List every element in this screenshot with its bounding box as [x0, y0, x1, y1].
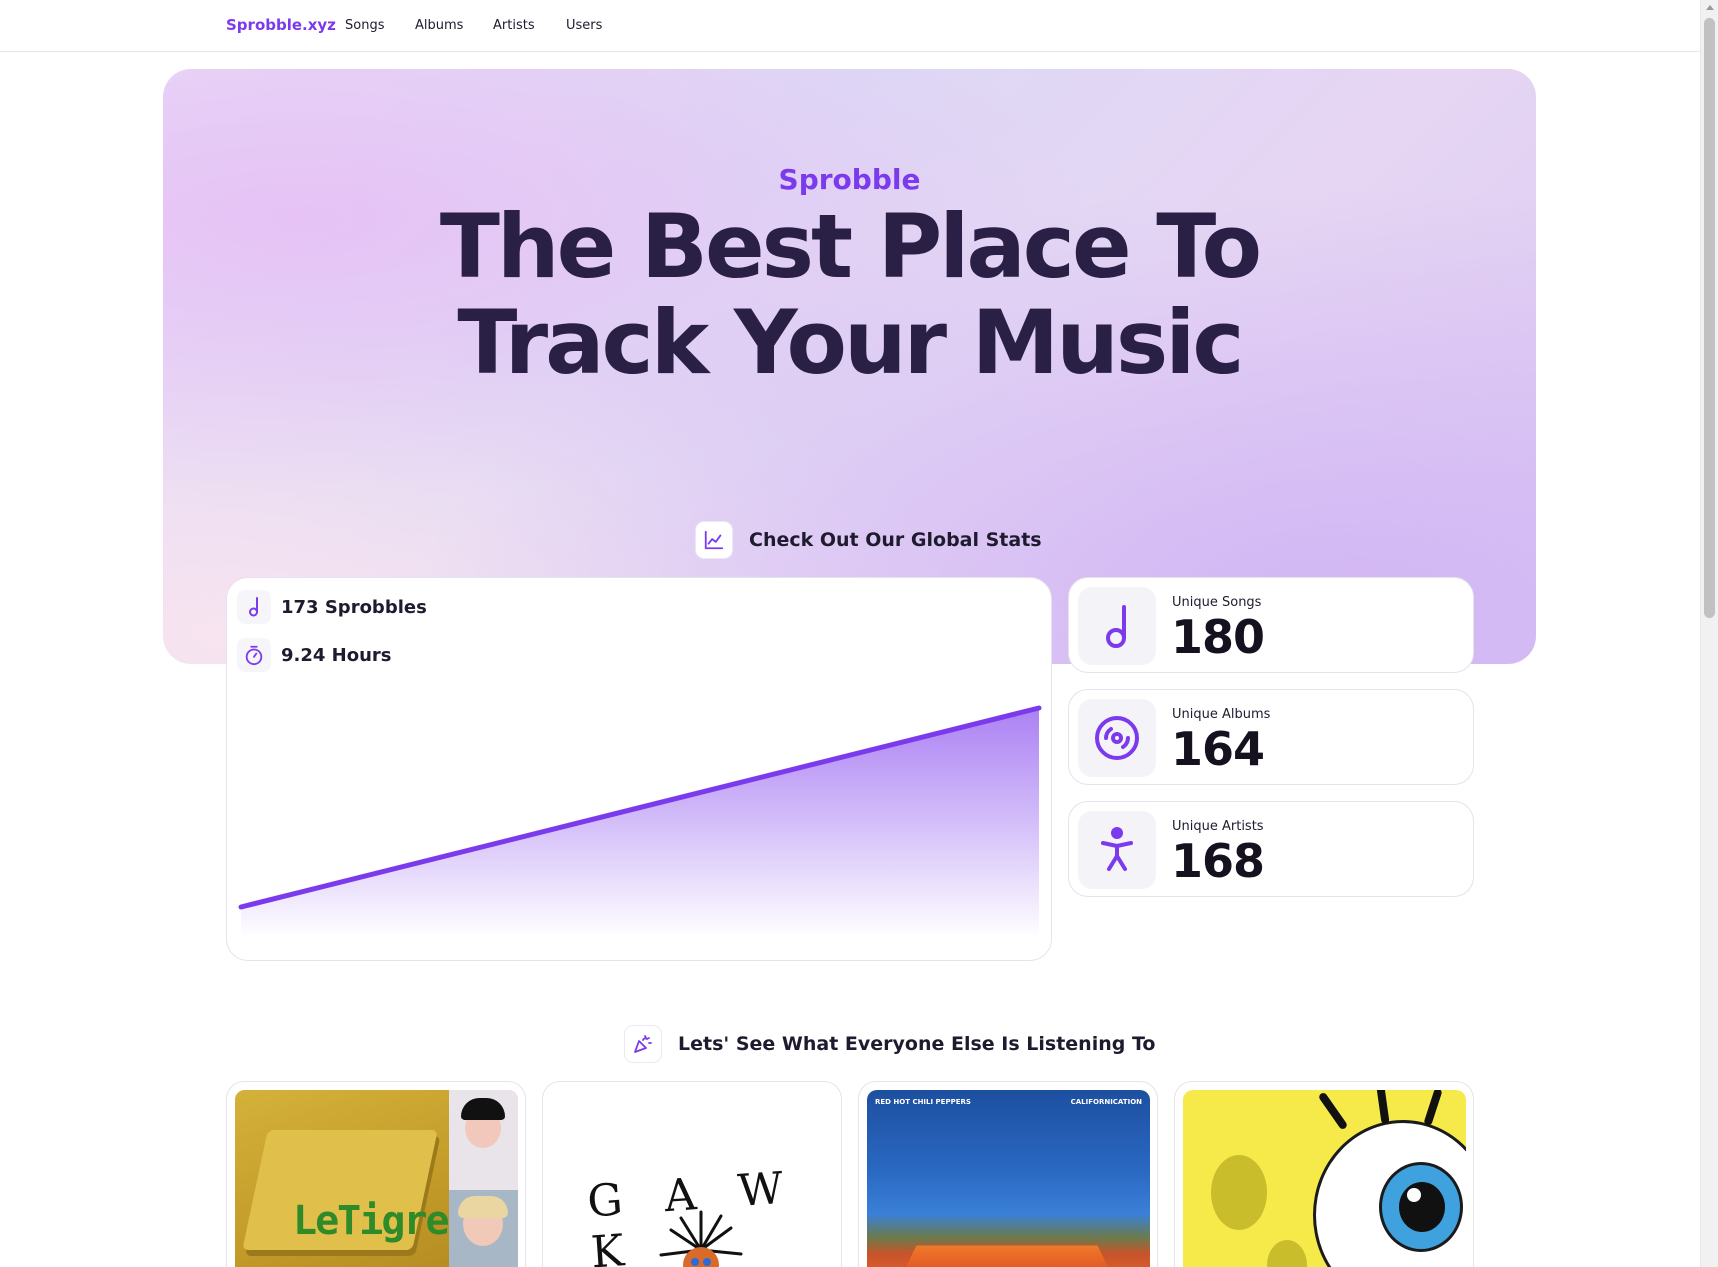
album-art-letigre[interactable]: LeTigre — [235, 1090, 518, 1267]
music-note-icon — [237, 590, 271, 624]
album-art-californication[interactable]: RED HOT CHILI PEPPERS CALIFORNICATION — [867, 1090, 1150, 1267]
timer-icon — [237, 638, 271, 672]
stat-label: Unique Artists — [1172, 819, 1264, 834]
nav-link-users[interactable]: Users — [566, 18, 602, 33]
stat-label: Unique Songs — [1172, 595, 1262, 610]
hours-count-text: 9.24 Hours — [281, 644, 392, 666]
stat-card-unique-artists: Unique Artists 168 — [1068, 801, 1474, 897]
page-scrollbar[interactable] — [1700, 0, 1718, 1267]
hero-banner: Sprobble The Best Place To Track Your Mu… — [163, 69, 1536, 664]
stat-value: 168 — [1171, 834, 1265, 888]
global-stats-heading: Check Out Our Global Stats — [695, 521, 1042, 559]
hero-headline-line-2: Track Your Music — [457, 291, 1244, 394]
sprobbles-count: 173 Sprobbles — [237, 590, 427, 624]
sprobbles-chart-card: 173 Sprobbles 9.24 Hours — [226, 577, 1052, 961]
scroll-up-arrow[interactable] — [1706, 5, 1714, 10]
line-chart-icon — [695, 521, 733, 559]
album-art-text: LeTigre — [293, 1198, 450, 1244]
music-note-icon — [1078, 587, 1156, 665]
sprobbles-area-chart — [238, 705, 1042, 938]
album-card[interactable]: LeTigre — [226, 1081, 526, 1267]
album-art-spongebob[interactable] — [1183, 1090, 1466, 1267]
person-icon — [1078, 811, 1156, 889]
chart-area-fill — [241, 708, 1039, 938]
listening-heading: Lets' See What Everyone Else Is Listenin… — [624, 1025, 1155, 1063]
album-art-gawk[interactable]: G A W K — [551, 1090, 834, 1267]
top-nav: Sprobble.xyz Songs Albums Artists Users — [0, 0, 1700, 52]
hero-headline: The Best Place To Track Your Music — [163, 199, 1536, 391]
brand-link[interactable]: Sprobble.xyz — [226, 16, 336, 34]
sprobbles-count-text: 173 Sprobbles — [281, 596, 427, 618]
hero-headline-line-1: The Best Place To — [439, 195, 1262, 298]
stat-label: Unique Albums — [1172, 707, 1271, 722]
party-popper-icon — [624, 1025, 662, 1063]
disc-icon — [1078, 699, 1156, 777]
stat-value: 164 — [1171, 722, 1265, 776]
global-stats-title: Check Out Our Global Stats — [749, 529, 1042, 551]
stat-value: 180 — [1171, 610, 1265, 664]
stat-card-unique-albums: Unique Albums 164 — [1068, 689, 1474, 785]
album-art-text-right: CALIFORNICATION — [1070, 1098, 1142, 1106]
album-card[interactable]: G A W K — [542, 1081, 842, 1267]
gawk-creature-icon — [659, 1210, 743, 1267]
nav-link-songs[interactable]: Songs — [345, 18, 384, 33]
album-art-text-left: RED HOT CHILI PEPPERS — [875, 1098, 971, 1106]
hero-eyebrow: Sprobble — [778, 163, 921, 196]
nav-link-artists[interactable]: Artists — [493, 18, 535, 33]
scrollbar-thumb[interactable] — [1704, 18, 1715, 618]
listening-title: Lets' See What Everyone Else Is Listenin… — [678, 1033, 1156, 1055]
stat-card-unique-songs: Unique Songs 180 — [1068, 577, 1474, 673]
hours-count: 9.24 Hours — [237, 638, 392, 672]
nav-link-albums[interactable]: Albums — [415, 18, 463, 33]
album-card[interactable]: RED HOT CHILI PEPPERS CALIFORNICATION — [858, 1081, 1158, 1267]
album-card[interactable] — [1174, 1081, 1474, 1267]
